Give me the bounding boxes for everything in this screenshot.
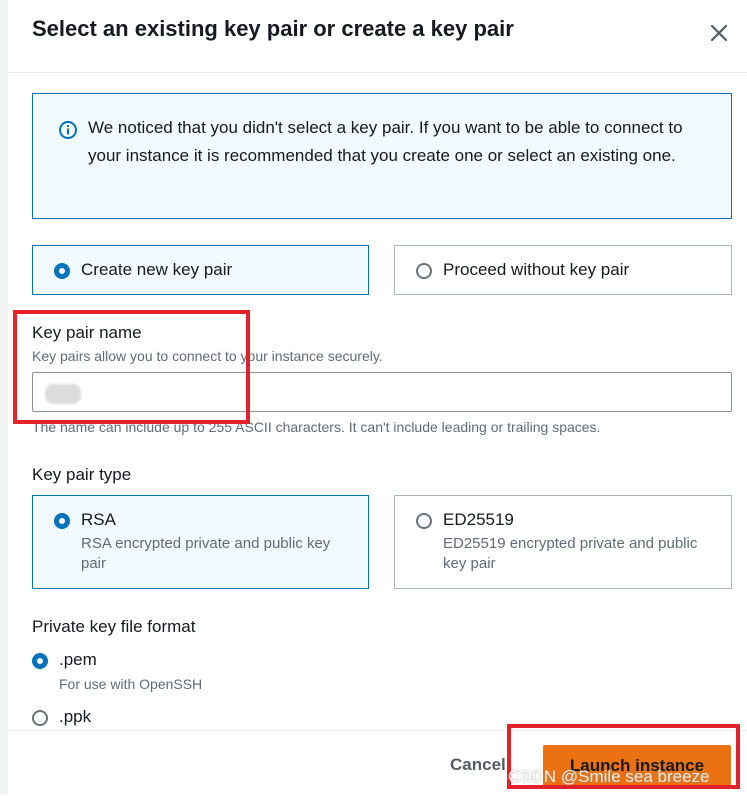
option-create-new-key-pair[interactable]: Create new key pair (32, 245, 369, 295)
key-pair-name-constraint: The name can include up to 255 ASCII cha… (32, 419, 601, 435)
radio-pem[interactable] (32, 653, 48, 669)
option-description: RSA encrypted private and public key pai… (81, 535, 331, 572)
pem-description: For use with OpenSSH (59, 676, 203, 692)
option-label: RSA (81, 510, 116, 529)
close-icon[interactable] (708, 22, 730, 44)
key-pair-name-input[interactable] (32, 372, 732, 412)
radio-ed25519[interactable] (416, 513, 432, 529)
option-label: ED25519 (443, 510, 514, 529)
info-alert: We noticed that you didn't select a key … (32, 93, 732, 219)
option-proceed-without-key-pair[interactable]: Proceed without key pair (394, 245, 732, 295)
redacted-value (45, 384, 81, 404)
key-pair-name-description: Key pairs allow you to connect to your i… (32, 348, 383, 364)
modal-footer: Cancel Launch instance (8, 730, 747, 796)
radio-rsa[interactable] (54, 513, 70, 529)
alert-message: We noticed that you didn't select a key … (88, 118, 683, 165)
option-ed25519[interactable]: ED25519 ED25519 encrypted private and pu… (394, 495, 732, 589)
radio-proceed-without[interactable] (416, 263, 432, 279)
key-pair-type-label: Key pair type (32, 465, 132, 484)
modal-title: Select an existing key pair or create a … (32, 16, 514, 41)
cancel-button[interactable]: Cancel (450, 755, 506, 775)
option-label: Create new key pair (81, 260, 233, 279)
option-description: ED25519 encrypted private and public key… (443, 535, 698, 572)
info-icon (59, 121, 77, 139)
radio-create-new[interactable] (54, 263, 70, 279)
pem-label: .pem (59, 650, 97, 669)
radio-ppk[interactable] (32, 710, 48, 726)
modal-header: Select an existing key pair or create a … (8, 0, 747, 73)
private-key-format-label: Private key file format (32, 617, 196, 636)
option-rsa[interactable]: RSA RSA encrypted private and public key… (32, 495, 369, 589)
ppk-label: .ppk (59, 707, 92, 726)
option-label: Proceed without key pair (443, 260, 630, 279)
launch-instance-label: Launch instance (569, 756, 705, 775)
launch-instance-button[interactable]: Launch instance (543, 745, 731, 789)
key-pair-modal: Select an existing key pair or create a … (8, 0, 747, 796)
key-pair-name-label: Key pair name (32, 323, 142, 342)
